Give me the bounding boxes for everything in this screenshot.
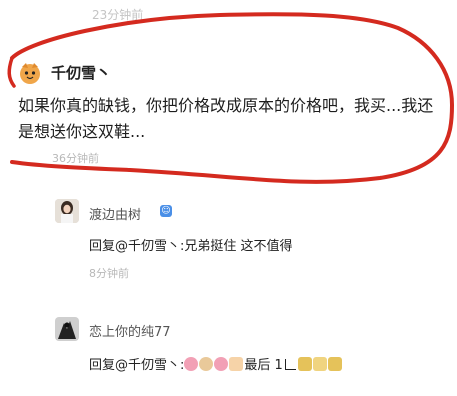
dark-figure-avatar[interactable] [55,317,79,341]
reply2-text-prefix: 回复@千仞雪丶: [89,358,185,373]
pig-face-emoji-icon [184,357,199,371]
money-bag-emoji-icon [297,357,312,371]
girl-avatar[interactable] [55,199,79,223]
pig-face-emoji-icon [214,357,229,371]
reply2-username[interactable]: 恋上你的纯77 [89,321,171,340]
reply1-username[interactable]: 渡边由树 [89,204,141,223]
reply2-text-middle: 最后 1 [244,358,283,373]
lock-emoji-icon [312,357,327,371]
reply1-time: 8分钟前 [89,267,129,280]
reply1-text: 回复@千仞雪丶:兄弟挺住 这不值得 [89,239,293,254]
hand-emoji-icon [229,357,244,371]
red-highlight-loop-icon [7,12,455,184]
bracket-glyph-icon [284,359,296,370]
member-badge-icon: ☺ [160,205,172,217]
money-bag-emoji-icon [327,357,342,371]
reply2-text: 回复@千仞雪丶: 最后 1 [89,354,343,373]
dog-face-emoji-icon [199,357,214,371]
